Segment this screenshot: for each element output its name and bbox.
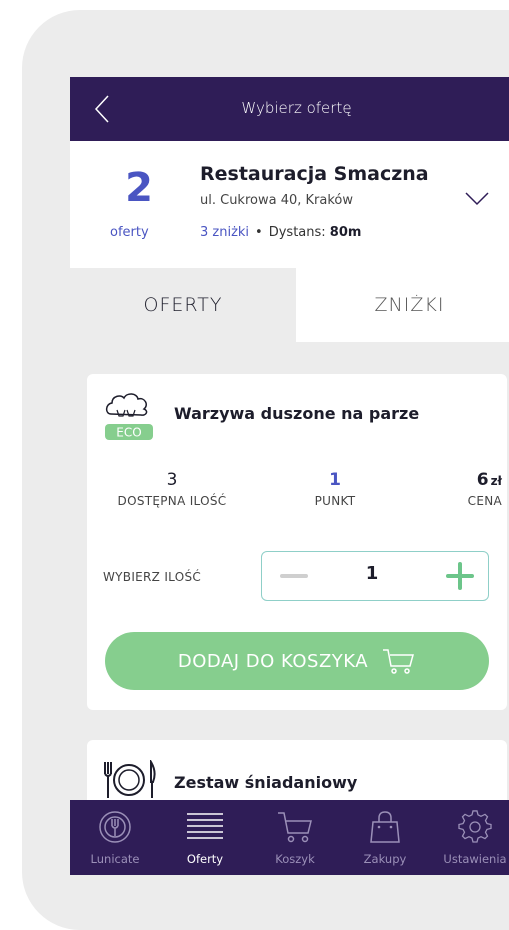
offer-title: Warzywa duszone na parze (174, 404, 420, 423)
expand-button[interactable] (464, 191, 490, 207)
nav-item-oferty[interactable]: Oferty (160, 800, 250, 875)
tab-znizki[interactable]: ZNIŻKI (296, 268, 509, 342)
nav-label-zakupy: Zakupy (363, 852, 407, 866)
offers-count: 2 (125, 165, 153, 211)
price: 6 zł CENA (422, 470, 502, 508)
discounts-link[interactable]: 3 zniżki (200, 225, 249, 240)
points-label: PUNKT (314, 494, 356, 508)
nav-label-lunicate: Lunicate (90, 852, 140, 866)
tab-oferty[interactable]: OFERTY (70, 268, 296, 342)
nav-item-ustawienia[interactable]: Ustawienia (430, 800, 509, 875)
restaurant-meta: 3 zniżki • Dystans: 80m (200, 225, 361, 240)
bottom-navigation: Lunicate Oferty Koszyk Zakupy Ustawienia (70, 800, 509, 875)
plate-logo-icon (99, 811, 131, 843)
offers-count-label: oferty (110, 225, 149, 240)
tab-bar: OFERTY ZNIŻKI (70, 268, 509, 342)
page-title: Wybierz ofertę (241, 99, 352, 117)
plate-cutlery-icon (104, 760, 156, 798)
offer-card: ECO Warzywa duszone na parze 3 DOSTĘPNA … (87, 374, 507, 710)
choose-quantity-label: WYBIERZ ILOŚĆ (103, 570, 202, 584)
quantity-stepper: 1 (261, 551, 489, 601)
available-quantity-label: DOSTĘPNA ILOŚĆ (117, 494, 227, 508)
price-label: CENA (467, 494, 502, 508)
available-quantity-value: 3 (166, 470, 178, 490)
distance-label: Dystans: (268, 225, 326, 240)
restaurant-info: 2 oferty Restauracja Smaczna ul. Cukrowa… (70, 141, 509, 268)
price-value: 6 (476, 470, 489, 490)
gear-icon (458, 810, 492, 843)
restaurant-address: ul. Cukrowa 40, Kraków (200, 193, 353, 208)
nav-label-ustawienia: Ustawienia (443, 852, 507, 866)
add-to-cart-label: DODAJ DO KOSZYKA (177, 650, 369, 672)
add-to-cart-button[interactable]: DODAJ DO KOSZYKA (105, 632, 489, 690)
chevron-down-icon (465, 192, 489, 206)
available-quantity: 3 DOSTĘPNA ILOŚĆ (97, 470, 247, 508)
nav-label-koszyk: Koszyk (275, 852, 315, 866)
phone-frame: Wybierz ofertę 2 oferty Restauracja Smac… (22, 10, 509, 930)
bag-icon (370, 811, 400, 843)
nav-label-oferty: Oferty (186, 852, 224, 866)
list-icon (187, 813, 223, 839)
top-bar: Wybierz ofertę (70, 77, 509, 141)
meta-separator: • (255, 225, 263, 240)
decrement-button[interactable] (280, 574, 308, 578)
price-currency: zł (490, 474, 502, 488)
nav-item-zakupy[interactable]: Zakupy (340, 800, 430, 875)
points: 1 PUNKT (285, 470, 385, 508)
eco-cloud-icon: ECO (105, 393, 153, 440)
offer-title: Zestaw śniadaniowy (174, 773, 358, 792)
distance-value: 80m (329, 225, 362, 240)
eco-badge-label: ECO (116, 426, 141, 440)
nav-item-lunicate[interactable]: Lunicate (70, 800, 160, 875)
nav-item-koszyk[interactable]: Koszyk (250, 800, 340, 875)
points-value: 1 (329, 470, 341, 490)
quantity-value[interactable]: 1 (352, 563, 392, 584)
increment-button[interactable] (446, 562, 474, 590)
restaurant-name: Restauracja Smaczna (200, 163, 429, 185)
cart-icon (383, 649, 415, 674)
cart-icon (278, 812, 312, 843)
price-value-wrap: 6 zł (422, 470, 502, 490)
app-screen: Wybierz ofertę 2 oferty Restauracja Smac… (70, 77, 509, 875)
